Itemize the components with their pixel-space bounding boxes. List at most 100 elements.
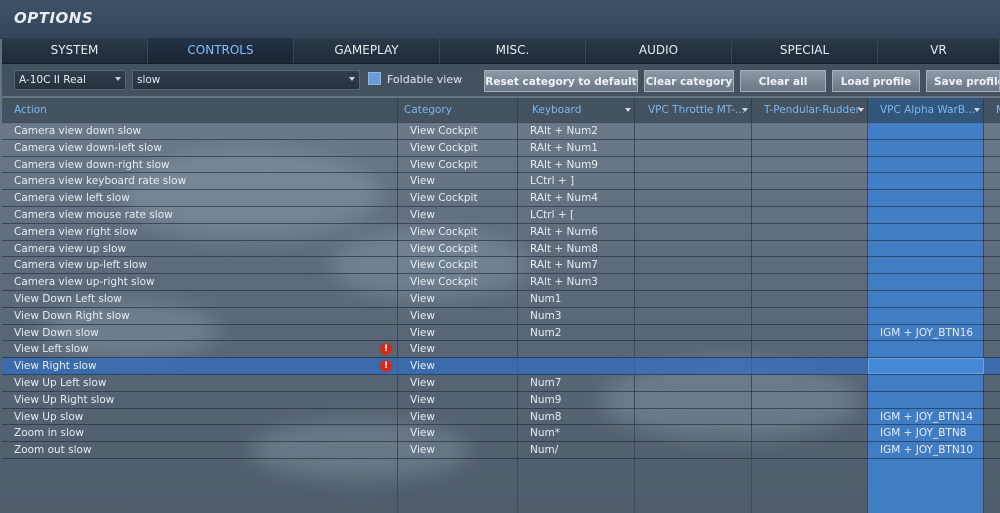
cell-keyboard[interactable]: Num1 xyxy=(518,291,635,307)
table-row[interactable]: View Right slow! View xyxy=(2,358,1000,375)
cell-rudder[interactable] xyxy=(752,325,868,341)
cell-keyboard[interactable]: Num7 xyxy=(518,375,635,391)
tab-audio[interactable]: AUDIO xyxy=(586,38,732,63)
cell-keyboard[interactable]: RAlt + Num4 xyxy=(518,190,635,206)
cell-rudder[interactable] xyxy=(752,257,868,273)
cell-rudder[interactable] xyxy=(752,157,868,173)
table-row[interactable]: View Up Left slow View Num7 xyxy=(2,375,1000,392)
cell-throttle[interactable] xyxy=(635,358,752,374)
cell-keyboard[interactable]: RAlt + Num8 xyxy=(518,241,635,257)
cell-keyboard[interactable] xyxy=(518,358,635,374)
category-filter-select[interactable]: slow xyxy=(132,70,360,90)
cell-throttle[interactable] xyxy=(635,291,752,307)
cell-throttle[interactable] xyxy=(635,140,752,156)
cell-rudder[interactable] xyxy=(752,425,868,441)
cell-keyboard[interactable]: RAlt + Num2 xyxy=(518,123,635,139)
table-row[interactable]: Camera view left slow View Cockpit RAlt + … xyxy=(2,190,1000,207)
cell-rudder[interactable] xyxy=(752,173,868,189)
table-row[interactable]: Camera view down-right slow View Cockpit R… xyxy=(2,157,1000,174)
cell-warbrd[interactable] xyxy=(868,123,984,139)
cell-rudder[interactable] xyxy=(752,140,868,156)
cell-warbrd[interactable]: IGM + JOY_BTN16 xyxy=(868,325,984,341)
table-row[interactable]: View Down Right slow View Num3 xyxy=(2,308,1000,325)
cell-throttle[interactable] xyxy=(635,425,752,441)
cell-keyboard[interactable]: Num9 xyxy=(518,392,635,408)
cell-rudder[interactable] xyxy=(752,190,868,206)
cell-warbrd[interactable] xyxy=(868,291,984,307)
cell-rudder[interactable] xyxy=(752,291,868,307)
cell-warbrd[interactable]: IGM + JOY_BTN8 xyxy=(868,425,984,441)
column-header-category[interactable]: Category xyxy=(398,98,518,122)
aircraft-select[interactable]: A-10C II Real xyxy=(14,70,126,90)
cell-throttle[interactable] xyxy=(635,409,752,425)
cell-throttle[interactable] xyxy=(635,123,752,139)
table-row[interactable]: Camera view mouse rate slow View LCtrl + [ xyxy=(2,207,1000,224)
tab-misc[interactable]: MISC. xyxy=(440,38,586,63)
cell-rudder[interactable] xyxy=(752,224,868,240)
cell-warbrd[interactable] xyxy=(868,157,984,173)
cell-warbrd[interactable] xyxy=(868,257,984,273)
cell-warbrd[interactable] xyxy=(868,308,984,324)
cell-keyboard[interactable]: LCtrl + [ xyxy=(518,207,635,223)
cell-throttle[interactable] xyxy=(635,207,752,223)
tab-gameplay[interactable]: GAMEPLAY xyxy=(294,38,440,63)
cell-throttle[interactable] xyxy=(635,442,752,458)
cell-keyboard[interactable]: RAlt + Num1 xyxy=(518,140,635,156)
table-row[interactable]: View Up slow View Num8 IGM + JOY_BTN14 xyxy=(2,409,1000,426)
cell-throttle[interactable] xyxy=(635,392,752,408)
table-row[interactable]: View Up Right slow View Num9 xyxy=(2,392,1000,409)
table-row[interactable]: Camera view right slow View Cockpit RAlt +… xyxy=(2,224,1000,241)
cell-throttle[interactable] xyxy=(635,173,752,189)
tab-controls[interactable]: CONTROLS xyxy=(148,38,294,63)
cell-keyboard[interactable]: RAlt + Num9 xyxy=(518,157,635,173)
cell-warbrd[interactable] xyxy=(868,241,984,257)
cell-throttle[interactable] xyxy=(635,341,752,357)
cell-warbrd[interactable] xyxy=(868,274,984,290)
cell-throttle[interactable] xyxy=(635,190,752,206)
cell-warbrd[interactable]: IGM + JOY_BTN10 xyxy=(868,442,984,458)
cell-rudder[interactable] xyxy=(752,341,868,357)
foldable-view-checkbox[interactable] xyxy=(368,72,381,85)
cell-throttle[interactable] xyxy=(635,157,752,173)
table-row[interactable]: View Down slow View Num2 IGM + JOY_BTN16 xyxy=(2,325,1000,342)
cell-keyboard[interactable]: Num3 xyxy=(518,308,635,324)
save-profile-button[interactable]: Save profile a xyxy=(926,70,1000,92)
cell-rudder[interactable] xyxy=(752,392,868,408)
column-header-action[interactable]: Action xyxy=(8,98,398,122)
cell-warbrd[interactable] xyxy=(868,207,984,223)
cell-warbrd[interactable] xyxy=(868,224,984,240)
cell-keyboard[interactable]: Num* xyxy=(518,425,635,441)
cell-warbrd[interactable] xyxy=(868,190,984,206)
cell-warbrd[interactable] xyxy=(868,392,984,408)
column-header-rudder[interactable]: T-Pendular-Rudder xyxy=(758,98,868,122)
cell-warbrd[interactable] xyxy=(868,375,984,391)
table-row[interactable]: Zoom out slow View Num/IGM + JOY_BTN10 xyxy=(2,442,1000,459)
cell-keyboard[interactable]: RAlt + Num7 xyxy=(518,257,635,273)
load-profile-button[interactable]: Load profile xyxy=(832,70,920,92)
cell-keyboard[interactable]: Num8 xyxy=(518,409,635,425)
cell-throttle[interactable] xyxy=(635,257,752,273)
cell-rudder[interactable] xyxy=(752,409,868,425)
cell-rudder[interactable] xyxy=(752,123,868,139)
clear-all-button[interactable]: Clear all xyxy=(740,70,826,92)
cell-throttle[interactable] xyxy=(635,375,752,391)
table-row[interactable]: Camera view up-left slow View Cockpit RAlt… xyxy=(2,257,1000,275)
clear-category-button[interactable]: Clear category xyxy=(644,70,734,92)
reset-category-button[interactable]: Reset category to default xyxy=(484,70,638,92)
cell-rudder[interactable] xyxy=(752,207,868,223)
column-header-extra[interactable]: M xyxy=(990,98,1000,122)
tab-vr[interactable]: VR xyxy=(878,38,1000,63)
table-row[interactable]: Camera view down slow View Cockpit RAlt + … xyxy=(2,123,1000,140)
cell-rudder[interactable] xyxy=(752,241,868,257)
column-header-keyboard[interactable]: Keyboard xyxy=(526,98,635,122)
cell-throttle[interactable] xyxy=(635,325,752,341)
cell-throttle[interactable] xyxy=(635,224,752,240)
table-row[interactable]: Zoom in slow View Num* IGM + JOY_BTN8 xyxy=(2,425,1000,443)
cell-rudder[interactable] xyxy=(752,308,868,324)
column-header-warbrd[interactable]: VPC Alpha WarB... xyxy=(874,98,984,122)
tab-system[interactable]: SYSTEM xyxy=(2,38,148,63)
cell-rudder[interactable] xyxy=(752,375,868,391)
cell-throttle[interactable] xyxy=(635,241,752,257)
cell-rudder[interactable] xyxy=(752,274,868,290)
cell-warbrd[interactable] xyxy=(868,358,984,374)
